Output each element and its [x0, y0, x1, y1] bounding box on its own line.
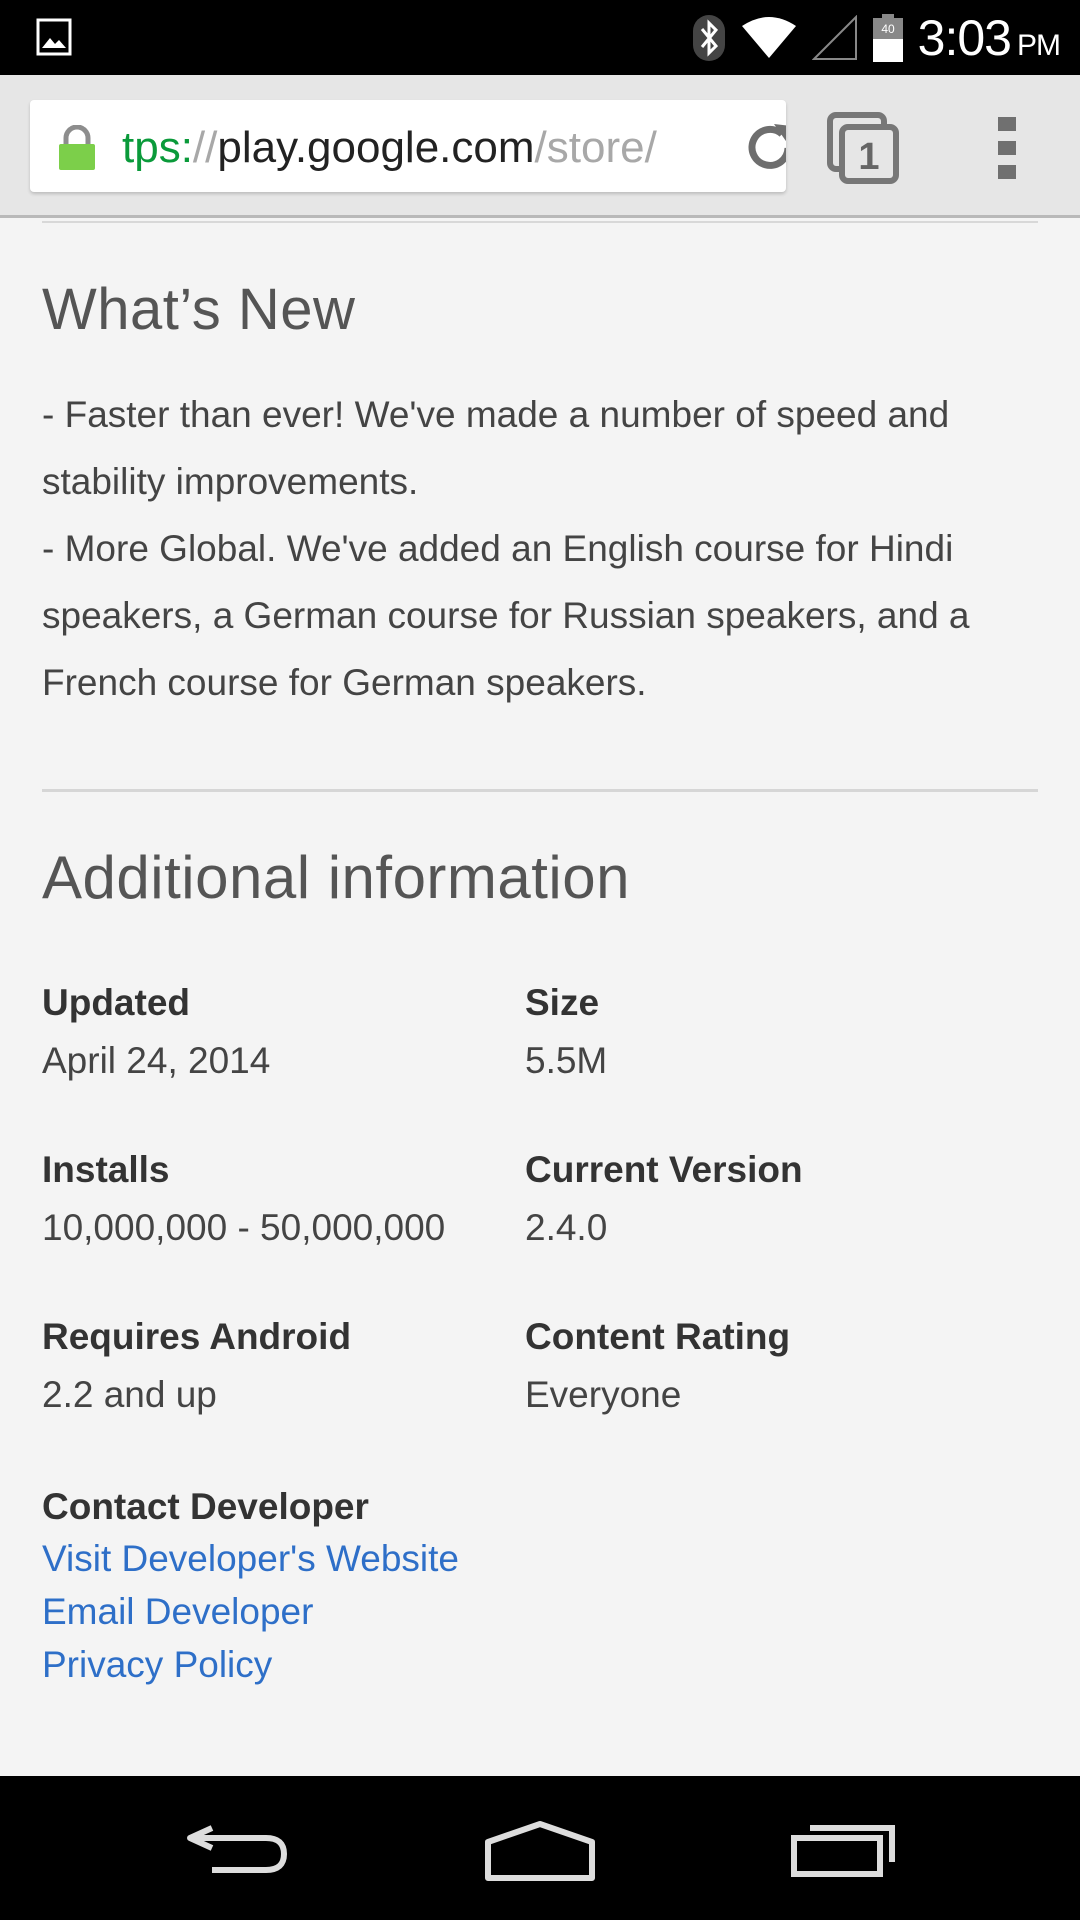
contact-developer-section: Contact Developer Visit Developer's Webs…	[42, 1482, 459, 1691]
visit-website-link[interactable]: Visit Developer's Website	[42, 1532, 459, 1585]
back-icon[interactable]	[182, 1812, 292, 1884]
additional-info-heading: Additional information	[42, 844, 631, 911]
privacy-policy-link[interactable]: Privacy Policy	[42, 1638, 459, 1691]
whats-new-line: - More Global. We've added an English co…	[42, 528, 970, 703]
image-notification-icon	[36, 18, 72, 56]
info-value: April 24, 2014	[42, 1040, 271, 1081]
overflow-menu-icon[interactable]	[996, 115, 1020, 181]
status-icons: 40 3:03 PM	[692, 0, 1080, 75]
navigation-bar	[0, 1776, 1080, 1920]
info-label: Content Rating	[525, 1316, 791, 1357]
info-installs: Installs 10,000,000 - 50,000,000	[42, 1145, 512, 1253]
info-value: 10,000,000 - 50,000,000	[42, 1207, 446, 1248]
info-current-version: Current Version 2.4.0	[525, 1145, 995, 1253]
url-text[interactable]: tps://play.google.com/store/	[122, 118, 722, 178]
info-label: Installs	[42, 1149, 170, 1190]
info-size: Size 5.5M	[525, 978, 995, 1086]
reload-icon[interactable]	[742, 120, 786, 176]
divider	[42, 221, 1038, 223]
url-scheme: tps:	[122, 123, 193, 172]
whats-new-line: - Faster than ever! We've made a number …	[42, 394, 950, 502]
home-icon[interactable]	[482, 1812, 598, 1884]
clock: 3:03 PM	[917, 9, 1061, 66]
tab-count: 1	[858, 136, 879, 178]
info-updated: Updated April 24, 2014	[42, 978, 512, 1086]
divider	[42, 789, 1038, 792]
info-label: Size	[525, 982, 600, 1023]
bluetooth-icon	[692, 14, 726, 62]
info-label: Updated	[42, 982, 190, 1023]
info-value: 2.4.0	[525, 1207, 608, 1248]
info-value: 2.2 and up	[42, 1374, 217, 1415]
lock-icon	[59, 125, 95, 170]
info-label: Current Version	[525, 1149, 803, 1190]
cell-signal-icon	[811, 14, 858, 61]
url-slashes: //	[192, 123, 218, 172]
info-requires-android: Requires Android 2.2 and up	[42, 1312, 512, 1420]
tabs-icon[interactable]: 1	[826, 111, 900, 185]
email-developer-link[interactable]: Email Developer	[42, 1585, 459, 1638]
contact-developer-label: Contact Developer	[42, 1486, 369, 1527]
url-host: play.google.com	[217, 123, 535, 172]
recents-icon[interactable]	[788, 1812, 898, 1884]
status-bar: 40 3:03 PM	[0, 0, 1080, 75]
whats-new-body: - Faster than ever! We've made a number …	[42, 381, 1038, 716]
info-content-rating: Content Rating Everyone	[525, 1312, 995, 1420]
url-path: /store/	[534, 123, 657, 172]
battery-level: 40	[881, 22, 895, 36]
info-label: Requires Android	[42, 1316, 352, 1357]
page-content[interactable]: What’s New - Faster than ever! We've mad…	[0, 221, 1080, 1776]
url-bar[interactable]: tps://play.google.com/store/	[30, 100, 786, 192]
browser-toolbar: tps://play.google.com/store/ 1	[0, 75, 1080, 218]
whats-new-heading: What’s New	[42, 277, 356, 342]
info-value: 5.5M	[525, 1040, 608, 1081]
wifi-icon	[740, 16, 798, 60]
info-value: Everyone	[525, 1374, 682, 1415]
battery-icon: 40	[872, 13, 904, 63]
